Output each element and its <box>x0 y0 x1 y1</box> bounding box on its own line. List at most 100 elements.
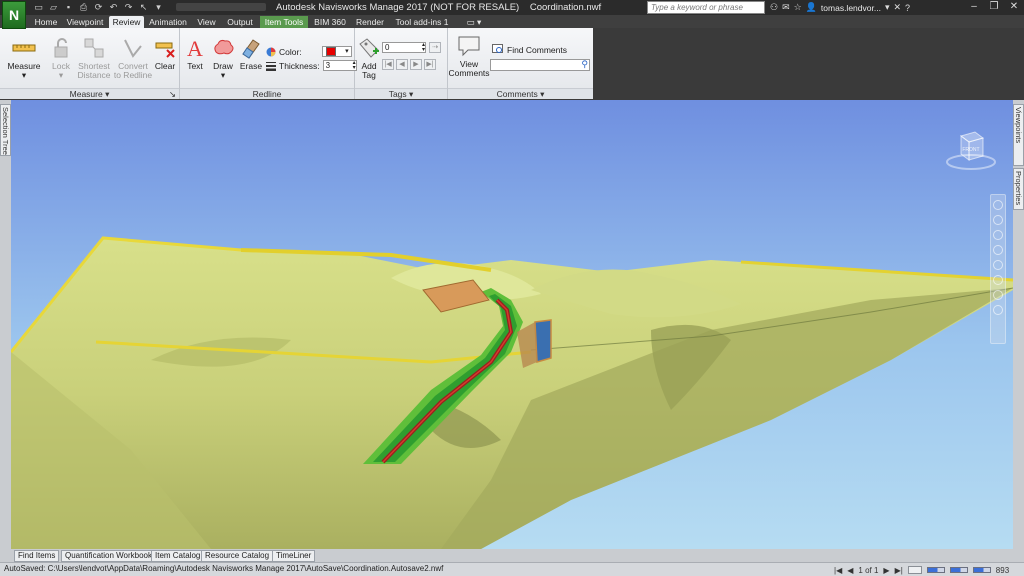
3d-viewport[interactable]: FRONT <box>11 100 1013 549</box>
color-dropdown-icon: ▾ <box>345 48 349 55</box>
account-dropdown-icon[interactable]: ▾ <box>885 2 890 13</box>
tag-spinner-icon[interactable]: ▴ ▾ <box>422 42 425 53</box>
title-bar: N ▭ ▱ ▪ ⎙ ⟳ ↶ ↷ ↖ ▾ Autodesk Navisworks … <box>0 0 1024 29</box>
tab-view[interactable]: View <box>194 16 219 28</box>
view-comments-label-2: Comments <box>448 68 490 78</box>
open-folder-icon[interactable]: ▱ <box>47 1 60 13</box>
comments-panel-label[interactable]: Comments ▾ <box>448 88 593 99</box>
shortest-distance-button[interactable]: Shortest Distance <box>76 36 112 80</box>
help-icon[interactable]: ? <box>905 3 910 13</box>
redline-erase-button[interactable]: Erase <box>239 36 263 71</box>
saved-viewpoints-tab[interactable]: Saved Viewpoints <box>1013 104 1024 166</box>
properties-tab[interactable]: Properties <box>1013 168 1024 210</box>
tab-viewpoint[interactable]: Viewpoint <box>64 16 106 28</box>
find-comments-label: Find Comments <box>507 44 567 55</box>
tab-timeliner[interactable]: TimeLiner <box>272 550 316 562</box>
viewcube[interactable]: FRONT <box>945 130 997 172</box>
tab-output[interactable]: Output <box>224 16 256 28</box>
goto-tag-icon[interactable]: ⇢ <box>429 42 441 53</box>
add-tag-button[interactable]: Add Tag <box>357 36 381 80</box>
zoom-icon[interactable] <box>993 230 1003 240</box>
user-name[interactable]: tomas.lendvor... <box>821 3 881 13</box>
sheet-counter: 1 of 1 <box>858 565 879 575</box>
orbit-icon[interactable] <box>993 245 1003 255</box>
search-icon[interactable]: ⚲ <box>581 59 588 70</box>
clear-measure-button[interactable]: Clear <box>153 36 177 71</box>
steering-wheel-icon[interactable] <box>993 200 1003 210</box>
tab-bim-360[interactable]: BIM 360 <box>312 16 348 28</box>
first-sheet-icon[interactable]: |◀ <box>834 566 842 575</box>
new-file-icon[interactable]: ▭ <box>32 1 45 13</box>
look-icon[interactable] <box>993 260 1003 270</box>
redline-color-row: Color: ▾ <box>266 46 352 57</box>
title-bar-tools: ⚇ ✉ ☆ 👤 tomas.lendvor... ▾ ✕ ? <box>770 1 910 14</box>
selection-tree-tab[interactable]: Selection Tree <box>0 104 11 156</box>
thickness-input[interactable]: 3 ▴ ▾ <box>322 60 357 71</box>
save-icon[interactable]: ▪ <box>62 1 75 13</box>
select-icon[interactable]: ↖ <box>137 1 150 13</box>
tab-item-tools[interactable]: Item Tools <box>260 16 308 28</box>
prev-tag-icon[interactable]: ◀ <box>396 59 408 70</box>
tab-resource-catalog[interactable]: Resource Catalog <box>201 550 274 562</box>
view-comments-button[interactable]: View Comments <box>448 34 490 78</box>
undo-icon[interactable]: ↶ <box>107 1 120 13</box>
measure-panel-label[interactable]: Measure ▾ ↘ <box>0 88 179 99</box>
ribbon-display-toggle-icon[interactable]: ▭ ▾ <box>462 16 486 28</box>
next-tag-icon[interactable]: ▶ <box>410 59 422 70</box>
redline-draw-button[interactable]: Draw ▾ <box>210 36 236 80</box>
qat-dropdown-icon[interactable]: ▾ <box>152 1 165 13</box>
next-sheet-icon[interactable]: ▶ <box>883 566 889 575</box>
tab-animation[interactable]: Animation <box>147 16 189 28</box>
tab-home[interactable]: Home <box>30 16 62 28</box>
refresh-icon[interactable]: ⟳ <box>92 1 105 13</box>
panel-tags: Add Tag 0 ▴ ▾ ⇢ |◀ ◀ ▶ ▶| Tags ▾ <box>355 28 448 99</box>
quick-access-toolbar: ▭ ▱ ▪ ⎙ ⟳ ↶ ↷ ↖ ▾ <box>32 1 165 14</box>
redo-icon[interactable]: ↷ <box>122 1 135 13</box>
tag-id-row: 0 ▴ ▾ ⇢ <box>382 42 441 53</box>
color-dropdown[interactable]: ▾ <box>321 46 352 57</box>
tags-panel-label[interactable]: Tags ▾ <box>355 88 447 99</box>
subscription-icon[interactable]: ✉ <box>782 2 790 13</box>
minimize-icon[interactable]: – <box>964 0 984 15</box>
tab-quantification-workbook[interactable]: Quantification Workbook <box>61 550 157 562</box>
tab-review[interactable]: Review <box>109 16 144 28</box>
nav-settings-icon[interactable] <box>993 305 1003 315</box>
window-controls: – ❐ ✕ <box>964 0 1024 15</box>
binoculars-icon[interactable]: ⚇ <box>770 2 778 13</box>
tab-find-items[interactable]: Find Items <box>14 550 60 562</box>
redline-text-button[interactable]: A Text <box>184 36 206 71</box>
app-menu-button[interactable]: N <box>2 1 26 29</box>
tag-id-input[interactable]: 0 ▴ ▾ <box>382 42 426 53</box>
lock-button[interactable]: Lock ▾ <box>48 36 74 80</box>
help-search-input[interactable]: Type a keyword or phrase <box>647 1 765 14</box>
panel-redline: A Text Draw ▾ Erase Color: ▾ Thickness: 3… <box>180 28 357 99</box>
last-sheet-icon[interactable]: ▶| <box>895 566 903 575</box>
favorites-star-icon[interactable]: ☆ <box>794 2 802 13</box>
close-icon[interactable]: ✕ <box>1004 0 1024 15</box>
print-icon[interactable]: ⎙ <box>77 1 90 13</box>
walk-icon[interactable] <box>993 275 1003 285</box>
tab-item-catalog[interactable]: Item Catalog <box>151 550 205 562</box>
fly-icon[interactable] <box>993 290 1003 300</box>
panel-launcher-icon[interactable]: ↘ <box>169 89 176 99</box>
terrain-scene[interactable] <box>11 100 1013 549</box>
tab-tool-add-ins-1[interactable]: Tool add-ins 1 <box>392 16 452 28</box>
viewcube-front-label[interactable]: FRONT <box>962 147 979 153</box>
quick-find-comments-input[interactable]: ⚲ <box>490 59 590 71</box>
restore-icon[interactable]: ❐ <box>984 0 1004 15</box>
sheet-browser-icon[interactable] <box>907 566 922 574</box>
last-tag-icon[interactable]: ▶| <box>424 59 436 70</box>
tab-render[interactable]: Render <box>353 16 387 28</box>
measure-button[interactable]: Measure ▾ <box>6 36 42 80</box>
pencil-progress-bar <box>926 567 945 573</box>
prev-sheet-icon[interactable]: ◀ <box>847 566 853 575</box>
find-comments-button[interactable]: Find Comments <box>492 44 567 55</box>
convert-to-redline-button[interactable]: Convert to Redline <box>113 36 153 80</box>
quick-find-row: ⚲ <box>490 59 590 71</box>
exchange-icon[interactable]: ✕ <box>893 2 901 13</box>
text-a-icon: A <box>187 36 203 60</box>
pan-icon[interactable] <box>993 215 1003 225</box>
first-tag-icon[interactable]: |◀ <box>382 59 394 70</box>
user-icon[interactable]: 👤 <box>806 2 817 13</box>
find-comments-icon <box>492 44 503 53</box>
